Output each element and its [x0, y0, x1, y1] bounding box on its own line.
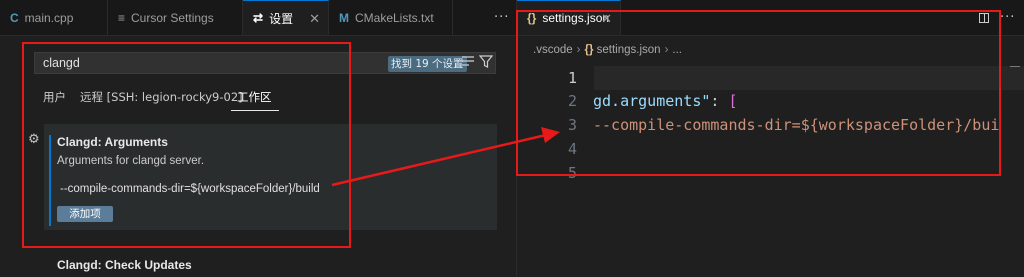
- tab-main-cpp[interactable]: C main.cpp: [0, 0, 108, 35]
- results-count-badge: 找到 19 个设置: [388, 56, 467, 72]
- annotation-box-settings: [22, 42, 351, 248]
- tab-cursor-settings[interactable]: ≡ Cursor Settings: [108, 0, 243, 35]
- tab-cmakelists[interactable]: M CMakeLists.txt: [329, 0, 453, 35]
- cmake-file-icon: M: [339, 10, 349, 25]
- annotation-box-json: [516, 10, 1001, 176]
- tab-label: CMakeLists.txt: [355, 10, 434, 25]
- minimap[interactable]: [1010, 66, 1020, 67]
- tab-settings[interactable]: ⇄ 设置 ✕: [243, 0, 329, 35]
- next-setting-title: Clangd: Check Updates: [57, 258, 192, 272]
- tab-label: Cursor Settings: [131, 10, 214, 25]
- cpp-file-icon: C: [10, 10, 19, 25]
- more-actions-icon[interactable]: ···: [494, 10, 509, 25]
- tab-label: 设置: [269, 11, 294, 26]
- tab-label: main.cpp: [24, 10, 74, 25]
- settings-icon: ⇄: [253, 11, 264, 25]
- settings-file-icon: ≡: [118, 10, 126, 25]
- close-icon[interactable]: ✕: [309, 11, 320, 27]
- left-tab-bar: C main.cpp ≡ Cursor Settings ⇄ 设置 ✕ M CM…: [0, 0, 516, 36]
- filter-icon[interactable]: [478, 55, 494, 71]
- more-actions-icon[interactable]: ···: [1000, 10, 1015, 25]
- clear-filter-icon[interactable]: [460, 55, 476, 71]
